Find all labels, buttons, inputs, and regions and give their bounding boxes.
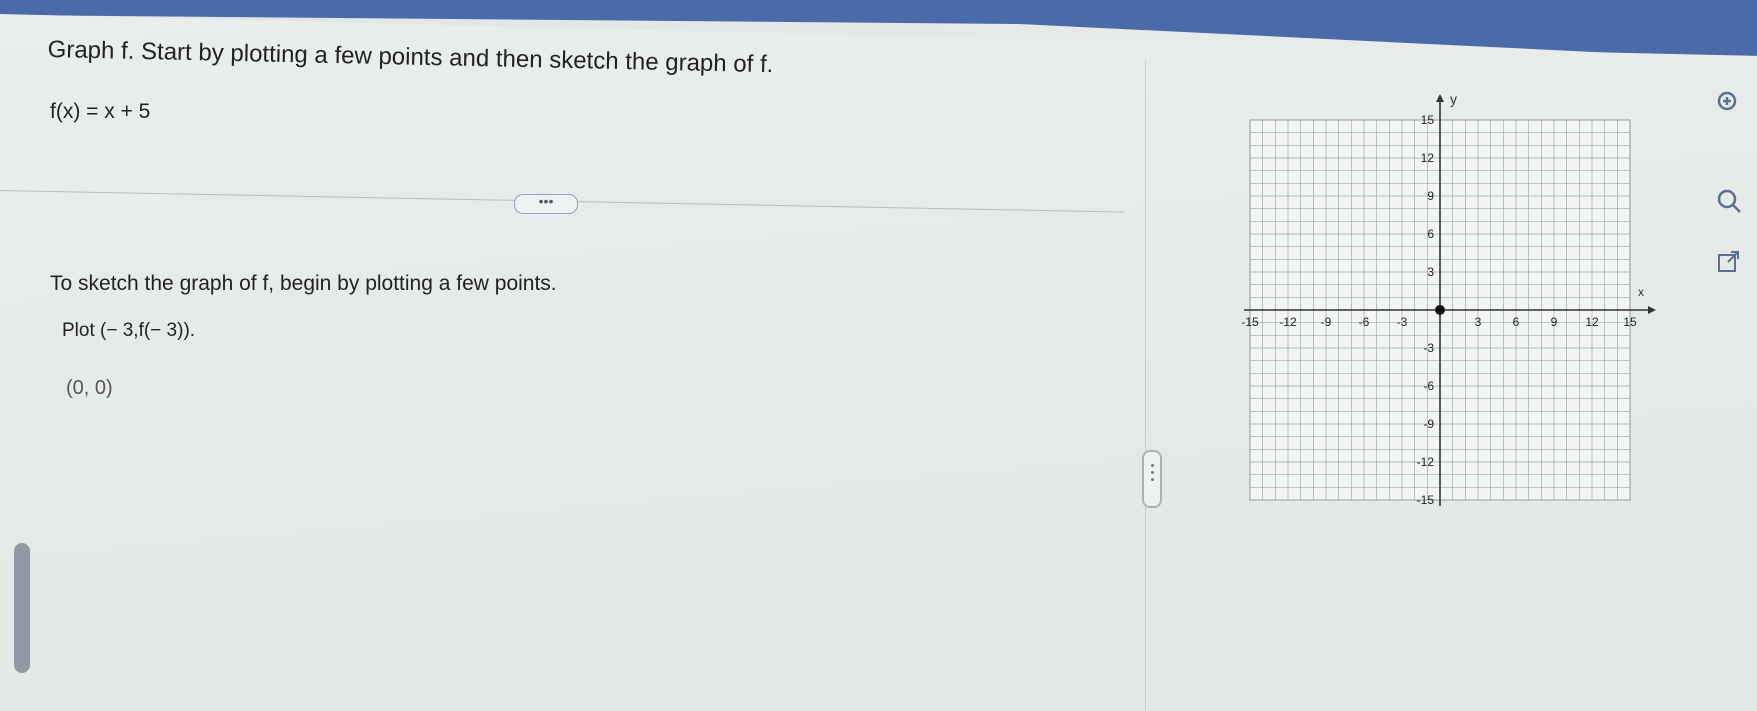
- more-button[interactable]: •••: [514, 194, 578, 214]
- x-axis-arrow: [1648, 306, 1656, 314]
- y-tick-label: 3: [1427, 265, 1434, 279]
- x-tick-label: -15: [1241, 315, 1259, 329]
- graph-canvas[interactable]: x y -15 -12 -9 -6 -3 3 6 9 12 15 15 12 9 6 3 -3 -6 -9 -12 -15: [1230, 90, 1710, 530]
- plot-prompt: Plot (− 3,f(− 3)).: [62, 320, 196, 341]
- popout-icon[interactable]: [1716, 248, 1742, 274]
- x-tick-label: -9: [1321, 315, 1332, 329]
- pane-resize-handle[interactable]: [1142, 450, 1162, 508]
- y-tick-label: 9: [1427, 189, 1434, 203]
- instruction-text: To sketch the graph of f, begin by plott…: [50, 272, 557, 295]
- x-tick-label: 12: [1585, 315, 1599, 329]
- y-tick-label: -3: [1423, 341, 1434, 355]
- y-tick-label: -12: [1417, 455, 1435, 469]
- y-tick-label: 6: [1427, 227, 1434, 241]
- y-tick-label: -9: [1423, 417, 1434, 431]
- x-tick-label: -12: [1279, 315, 1297, 329]
- function-definition: f(x) = x + 5: [50, 100, 151, 123]
- x-tick-label: 3: [1475, 315, 1482, 329]
- y-tick-label: 12: [1421, 151, 1435, 165]
- y-tick-label: -6: [1423, 379, 1434, 393]
- x-tick-label: 9: [1551, 315, 1558, 329]
- pane-divider: [1145, 60, 1146, 711]
- plotted-point: [1435, 305, 1445, 315]
- x-tick-label: -3: [1397, 315, 1408, 329]
- y-tick-label: -15: [1417, 493, 1435, 507]
- x-tick-label: 6: [1513, 315, 1520, 329]
- y-axis-arrow: [1436, 94, 1444, 102]
- left-scrollbar[interactable]: [14, 543, 30, 673]
- answer-point: (0, 0): [66, 377, 113, 399]
- y-tick-label: 15: [1421, 113, 1435, 127]
- zoom-out-icon[interactable]: [1716, 188, 1742, 214]
- zoom-in-icon[interactable]: [1716, 90, 1742, 116]
- x-axis-label: x: [1638, 285, 1644, 299]
- x-tick-label: -6: [1359, 315, 1370, 329]
- y-axis-label: y: [1450, 91, 1457, 107]
- x-tick-label: 15: [1623, 315, 1637, 329]
